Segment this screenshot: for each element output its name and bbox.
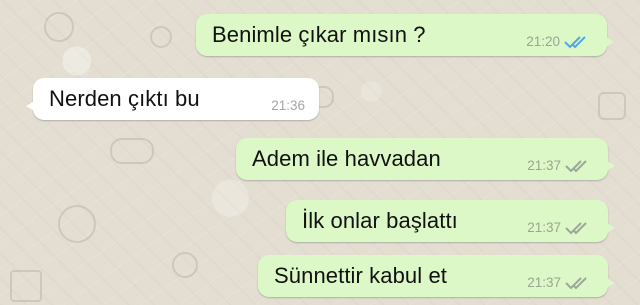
message-meta: 21:20: [512, 34, 593, 56]
message-text: İlk onlar başlattı: [302, 208, 458, 233]
outgoing-message-bubble[interactable]: İlk onlar başlattı 21:37: [286, 200, 615, 242]
message-time: 21:37: [527, 158, 561, 173]
wallpaper-doodle: [110, 138, 154, 164]
message-meta: 21:37: [513, 158, 594, 180]
outgoing-message-bubble[interactable]: Sünnettir kabul et 21:37: [258, 255, 615, 297]
wallpaper-doodle: [598, 92, 626, 120]
message-text: Sünnettir kabul et: [274, 263, 448, 288]
wallpaper-doodle: [150, 26, 172, 48]
message-time: 21:20: [526, 34, 560, 49]
message-time: 21:37: [527, 220, 561, 235]
message-text: Nerden çıktı bu: [49, 86, 200, 111]
chat-background: Benimle çıkar mısın ? 21:20 Nerden çıktı…: [0, 0, 640, 305]
message-text: Adem ile havvadan: [252, 146, 441, 171]
wallpaper-doodle: [172, 252, 198, 278]
message-time: 21:37: [527, 275, 561, 290]
double-check-delivered-icon: [564, 276, 594, 290]
double-check-read-icon: [563, 35, 593, 49]
outgoing-message-bubble[interactable]: Adem ile havvadan 21:37: [236, 138, 615, 180]
message-text: Benimle çıkar mısın ?: [212, 22, 426, 47]
message-meta: 21:37: [513, 220, 594, 242]
wallpaper-doodle: [10, 270, 42, 302]
outgoing-message-bubble[interactable]: Benimle çıkar mısın ? 21:20: [196, 14, 614, 56]
message-time: 21:36: [271, 98, 305, 113]
incoming-message-bubble[interactable]: Nerden çıktı bu 21:36: [26, 78, 319, 120]
wallpaper-doodle: [44, 12, 74, 42]
message-meta: 21:36: [257, 98, 305, 120]
message-meta: 21:37: [513, 275, 594, 297]
double-check-delivered-icon: [564, 221, 594, 235]
double-check-delivered-icon: [564, 159, 594, 173]
wallpaper-doodle: [58, 205, 96, 243]
